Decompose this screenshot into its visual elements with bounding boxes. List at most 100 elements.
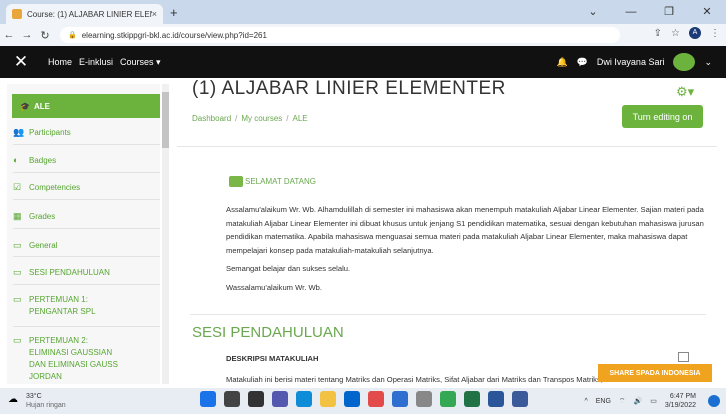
nav-courses[interactable]: Courses ▾ <box>120 57 161 68</box>
search-icon[interactable] <box>224 391 240 407</box>
sidebar-item-competencies[interactable]: ☑ Competencies <box>13 182 160 193</box>
sidebar-item-pertemuan-2[interactable]: ▭ PERTEMUAN 2: ELIMINASI GAUSSIAN DAN ELI… <box>13 335 160 383</box>
browser-tabstrip: Course: (1) ALJABAR LINIER ELEN × + ⌄ — … <box>0 0 726 24</box>
photos-icon[interactable] <box>512 391 528 407</box>
windows-taskbar: ☁ 33°C Hujan ringan ^ ENG ⌔ 🔊 ▭ 6:47 PM … <box>0 388 726 414</box>
store-icon[interactable] <box>344 391 360 407</box>
section-title: SESI PENDAHULUAN <box>192 324 344 341</box>
battery-icon[interactable]: ▭ <box>650 397 657 405</box>
sidebar-item-label: SESI PENDAHULUAN <box>29 268 110 277</box>
breadcrumb-dashboard[interactable]: Dashboard <box>192 114 231 123</box>
sidebar-item-sesi-pendahuluan[interactable]: ▭ SESI PENDAHULUAN <box>13 267 160 278</box>
gear-icon[interactable]: ⚙▾ <box>676 84 694 100</box>
wifi-icon[interactable]: ⌔ <box>619 397 626 406</box>
table-icon: ▦ <box>13 211 22 221</box>
mail-icon[interactable] <box>392 391 408 407</box>
user-area: 🔔 💬 Dwi Ivayana Sari ⌄ <box>556 46 712 78</box>
close-tab-icon[interactable]: × <box>152 9 157 19</box>
chevron-down-icon[interactable]: ⌄ <box>574 0 612 24</box>
chevron-down-icon[interactable]: ⌄ <box>704 57 712 68</box>
sidebar-item-label: PERTEMUAN 2: ELIMINASI GAUSSIAN DAN ELIM… <box>29 336 118 381</box>
welcome-link[interactable]: SELAMAT DATANG <box>245 177 316 186</box>
language-indicator[interactable]: ENG <box>596 398 611 405</box>
clock[interactable]: 6:47 PM 3/19/2022 <box>665 392 696 410</box>
bell-icon[interactable]: 🔔 <box>556 57 567 68</box>
url-input[interactable]: 🔒 elearning.stkippgri-bkl.ac.id/course/v… <box>60 27 620 43</box>
forward-icon[interactable]: → <box>18 29 36 41</box>
welcome-closing: Semangat belajar dan sukses selalu. <box>226 264 351 273</box>
breadcrumb: Dashboard / My courses / ALE <box>192 114 308 123</box>
welcome-paragraph: Assalamu'alaikum Wr. Wb. Alhamdulillah d… <box>226 205 704 255</box>
close-drawer-icon[interactable]: ✕ <box>8 52 34 72</box>
windows-start-icon[interactable] <box>200 391 216 407</box>
profile-avatar[interactable]: A <box>689 27 701 39</box>
breadcrumb-my-courses[interactable]: My courses <box>241 114 282 123</box>
minimize-icon[interactable]: — <box>612 0 650 24</box>
graduation-cap-icon: 🎓 <box>20 101 30 111</box>
weather-text: Hujan ringan <box>26 402 66 409</box>
completion-checkbox[interactable] <box>678 352 689 362</box>
bookmark-star-icon[interactable]: ☆ <box>671 28 680 39</box>
site-navbar: ✕ Home E-inklusi Courses ▾ 🔔 💬 Dwi Ivaya… <box>0 46 726 78</box>
chevron-up-icon[interactable]: ^ <box>584 398 587 405</box>
share-spada-button[interactable]: SHARE SPADA INDONESIA <box>598 364 712 382</box>
media-app-icon[interactable] <box>368 391 384 407</box>
users-icon: 👥 <box>13 127 25 137</box>
sidebar-item-label: Competencies <box>29 183 81 192</box>
description-text: Matakuliah ini berisi materi tentang Mat… <box>226 375 630 384</box>
task-view-icon[interactable] <box>248 391 264 407</box>
chrome-icon[interactable] <box>440 391 456 407</box>
restore-icon[interactable]: ❐ <box>650 0 688 24</box>
clock-time: 6:47 PM <box>669 393 696 400</box>
nav-home[interactable]: Home <box>48 57 72 68</box>
sidebar-item-badges[interactable]: ◐ Badges <box>13 155 160 165</box>
nav-e-inklusi[interactable]: E-inklusi <box>79 57 113 68</box>
clock-date: 3/19/2022 <box>664 402 696 409</box>
share-icon[interactable]: ⇪ <box>654 28 662 39</box>
sidebar-item-general[interactable]: ▭ General <box>13 240 160 251</box>
avatar[interactable] <box>673 53 696 71</box>
folder-icon: ▭ <box>13 294 22 304</box>
folder-icon: ▭ <box>13 335 22 345</box>
divider <box>177 146 717 147</box>
camera-icon[interactable] <box>416 391 432 407</box>
sidebar-item-ale[interactable]: 🎓 ALE <box>12 94 160 118</box>
volume-icon[interactable]: 🔊 <box>634 397 643 405</box>
address-bar-row: ← → ↻ 🔒 elearning.stkippgri-bkl.ac.id/co… <box>0 24 726 46</box>
more-menu-icon[interactable]: ⋮ <box>710 28 720 39</box>
chat-app-icon[interactable] <box>272 391 288 407</box>
taskbar-apps <box>200 391 528 407</box>
sidebar-item-pertemuan-1[interactable]: ▭ PERTEMUAN 1: PENGANTAR SPL <box>13 294 160 318</box>
browser-tab[interactable]: Course: (1) ALJABAR LINIER ELEN × <box>6 4 163 24</box>
turn-editing-on-button[interactable]: Turn editing on <box>622 105 703 128</box>
weather-widget[interactable]: 33°C Hujan ringan <box>26 392 66 410</box>
sidebar-item-participants[interactable]: 👥 Participants <box>13 127 160 138</box>
divider <box>190 314 706 315</box>
close-icon[interactable]: ✕ <box>688 0 726 24</box>
reload-icon[interactable]: ↻ <box>36 29 54 42</box>
system-tray: ^ ENG ⌔ 🔊 ▭ 6:47 PM 3/19/2022 <box>584 392 696 410</box>
chat-icon[interactable]: 💬 <box>577 57 588 68</box>
top-nav: Home E-inklusi Courses ▾ <box>48 57 161 68</box>
sidebar-item-label: Badges <box>29 155 57 165</box>
course-sidebar: 🎓 ALE 👥 Participants ◐ Badges ☑ Competencie… <box>7 84 160 384</box>
new-tab-button[interactable]: + <box>170 5 178 20</box>
word-icon[interactable] <box>488 391 504 407</box>
sidebar-scroll-thumb[interactable] <box>162 92 169 148</box>
user-name[interactable]: Dwi Ivayana Sari <box>597 57 665 67</box>
excel-icon[interactable] <box>464 391 480 407</box>
breadcrumb-ale[interactable]: ALE <box>293 114 308 123</box>
sidebar-item-label: ALE <box>33 101 50 111</box>
back-icon[interactable]: ← <box>0 29 18 41</box>
chat-bubble-icon <box>229 176 243 187</box>
sidebar-item-grades[interactable]: ▦ Grades <box>13 211 160 222</box>
folder-icon: ▭ <box>13 240 22 250</box>
edge-icon[interactable] <box>296 391 312 407</box>
file-explorer-icon[interactable] <box>320 391 336 407</box>
notification-icon[interactable] <box>708 395 720 407</box>
welcome-salutation: Wassalamu'alaikum Wr. Wb. <box>226 283 322 292</box>
window-controls: ⌄ — ❐ ✕ <box>574 0 726 24</box>
favicon-icon <box>12 9 22 19</box>
sidebar-item-label: Participants <box>29 128 71 137</box>
sidebar-item-label: PERTEMUAN 1: PENGANTAR SPL <box>29 295 96 316</box>
